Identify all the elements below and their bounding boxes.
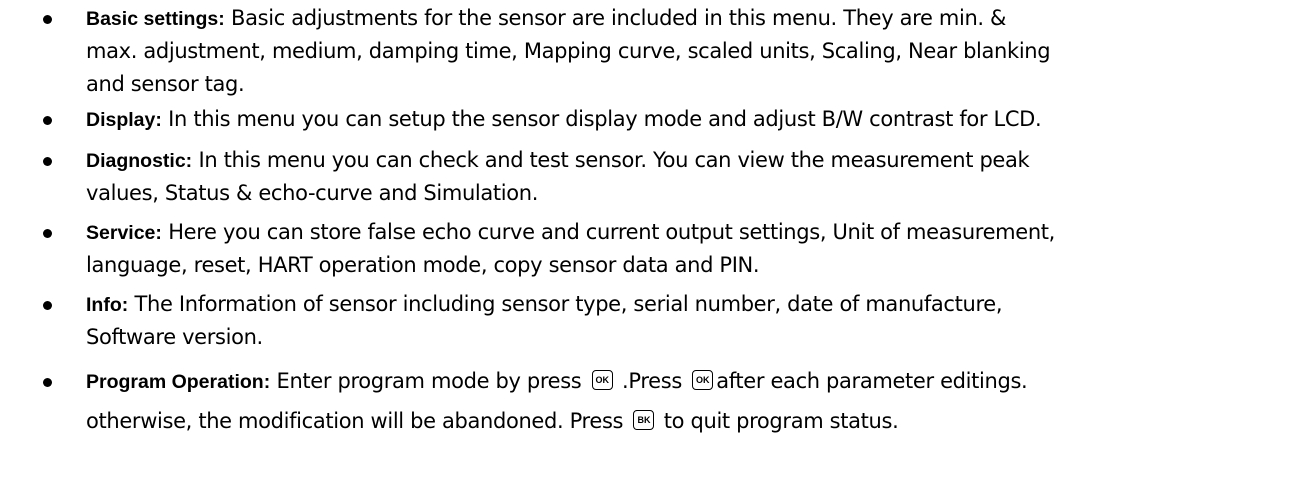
description-text: values, Status & echo-curve and Simulati… xyxy=(86,181,539,205)
document-page: Basic settings: Basic adjustments for th… xyxy=(0,0,1314,495)
description-text: to quit program status. xyxy=(657,409,899,433)
list-item-line: otherwise, the modification will be aban… xyxy=(86,405,1286,438)
bullet-icon xyxy=(43,157,52,166)
term-label: Display: xyxy=(86,109,162,131)
list-item-line: Info: The Information of sensor includin… xyxy=(86,288,1286,322)
description-text: Basic adjustments for the sensor are inc… xyxy=(224,6,1007,30)
list-item-line: Service: Here you can store false echo c… xyxy=(86,216,1286,250)
ok-key-icon: OK xyxy=(591,370,613,390)
bullet-icon xyxy=(43,301,52,310)
list-item-line: Display: In this menu you can setup the … xyxy=(86,103,1286,137)
ok-key-icon: OK xyxy=(692,370,714,390)
bullet-icon xyxy=(43,378,52,387)
description-text: otherwise, the modification will be aban… xyxy=(86,409,630,433)
description-text: after each parameter editings. xyxy=(716,369,1028,393)
term-label: Program Operation: xyxy=(86,371,271,393)
description-text: In this menu you can setup the sensor di… xyxy=(161,107,1042,131)
description-text: In this menu you can check and test sens… xyxy=(192,148,1030,172)
description-text: Here you can store false echo curve and … xyxy=(161,220,1056,244)
term-label: Service: xyxy=(86,222,162,244)
list-item-line: Basic settings: Basic adjustments for th… xyxy=(86,2,1286,36)
bk-key-icon: BK xyxy=(633,410,655,430)
description-text: and sensor tag. xyxy=(86,72,245,96)
description-text: max. adjustment, medium, damping time, M… xyxy=(86,39,1051,63)
description-text: The Information of sensor including sens… xyxy=(128,292,1003,316)
description-text: .Press xyxy=(615,369,689,393)
description-text: Enter program mode by press xyxy=(270,369,588,393)
term-label: Info: xyxy=(86,294,129,316)
description-text: Software version. xyxy=(86,325,263,349)
list-item-line: Diagnostic: In this menu you can check a… xyxy=(86,144,1286,178)
list-item-line: Program Operation: Enter program mode by… xyxy=(86,365,1286,399)
term-label: Basic settings: xyxy=(86,8,225,30)
bullet-icon xyxy=(43,229,52,238)
term-label: Diagnostic: xyxy=(86,150,193,172)
bullet-icon xyxy=(43,116,52,125)
bullet-icon xyxy=(43,15,52,24)
description-text: language, reset, HART operation mode, co… xyxy=(86,253,760,277)
